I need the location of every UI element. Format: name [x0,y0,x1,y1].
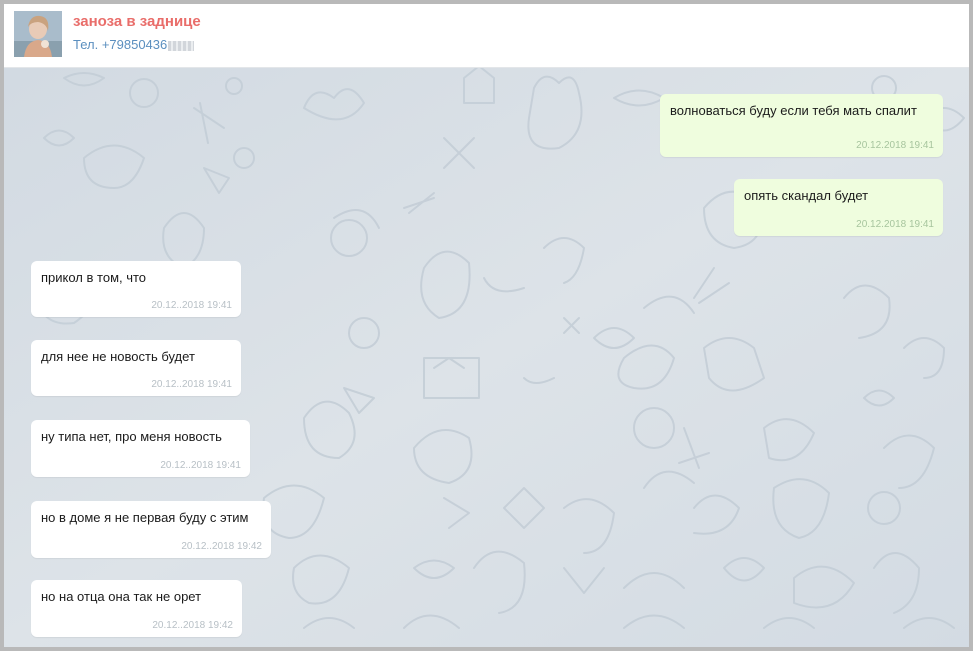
message-text: но в доме я не первая буду с этим [41,510,249,525]
contact-phone-text: Тел. +79850436 [73,37,168,52]
redaction-mark [168,40,195,51]
message-text: опять скандал будет [744,188,869,203]
message-time: 20.12..2018 19:42 [152,620,233,631]
message-incoming[interactable]: но на отца она так не орет 20.12..2018 1… [31,580,242,637]
chat-header: заноза в заднице Тел. +79850436 [4,4,969,68]
message-incoming[interactable]: прикол в том, что 20.12..2018 19:41 [31,261,241,317]
message-time: 20.12..2018 19:42 [181,541,262,552]
message-time: 20.12.2018 19:41 [856,140,934,151]
contact-name: заноза в заднице [73,13,201,30]
message-incoming[interactable]: ну типа нет, про меня новость 20.12..201… [31,420,250,477]
contact-avatar[interactable] [14,11,62,57]
message-outgoing[interactable]: опять скандал будет 20.12.2018 19:41 [734,179,943,236]
contact-phone: Тел. +79850436 [73,37,195,52]
message-time: 20.12..2018 19:41 [151,300,232,311]
message-text: прикол в том, что [41,270,147,285]
message-text: для нее не новость будет [41,349,195,364]
message-incoming[interactable]: для нее не новость будет 20.12..2018 19:… [31,340,241,396]
message-outgoing[interactable]: волноваться буду если тебя мать спалит 2… [660,94,943,157]
message-text: но на отца она так не орет [41,589,202,604]
message-time: 20.12..2018 19:41 [151,379,232,390]
message-text: ну типа нет, про меня новость [41,429,222,444]
message-time: 20.12.2018 19:41 [856,219,934,230]
message-text: волноваться буду если тебя мать спалит [670,103,917,118]
message-incoming[interactable]: но в доме я не первая буду с этим 20.12.… [31,501,271,558]
chat-area[interactable]: волноваться буду если тебя мать спалит 2… [4,68,969,647]
messenger-window: заноза в заднице Тел. +79850436 волноват… [0,0,973,651]
message-time: 20.12..2018 19:41 [160,460,241,471]
avatar-photo-icon [14,11,62,57]
